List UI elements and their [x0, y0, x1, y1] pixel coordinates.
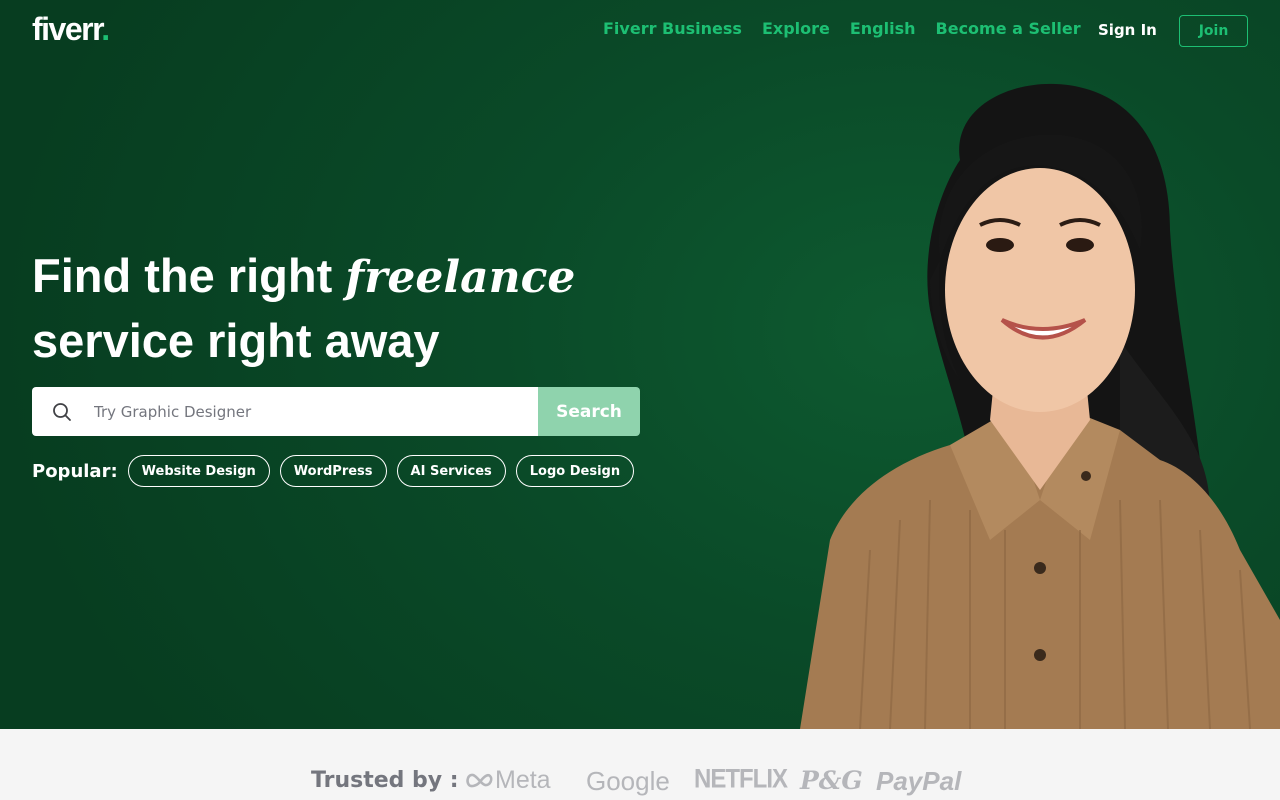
popular-chip-logo-design[interactable]: Logo Design	[515, 455, 635, 487]
meta-infinity-icon	[466, 773, 493, 788]
search-bar: Search	[32, 387, 640, 436]
search-box	[32, 387, 538, 436]
brand-google: Google	[586, 766, 670, 796]
trusted-by-label: Trusted by :	[311, 768, 459, 793]
nav-links: Fiverr Business Explore English Become a…	[603, 19, 1081, 38]
search-input[interactable]	[94, 402, 514, 421]
popular-chip-wordpress[interactable]: WordPress	[279, 455, 387, 487]
hero-person-image	[800, 83, 1280, 729]
brand-pg: P&G	[800, 766, 863, 795]
headline-italic: freelance	[345, 252, 576, 303]
hero-section: fiverr. Fiverr Business Explore English …	[0, 0, 1280, 729]
logo-dot: .	[101, 11, 110, 47]
nav-fiverr-business[interactable]: Fiverr Business	[603, 19, 742, 38]
brand-meta: Meta	[495, 766, 551, 794]
popular-chip-website-design[interactable]: Website Design	[127, 455, 270, 487]
brand-paypal: PayPal	[876, 766, 962, 796]
search-button[interactable]: Search	[538, 387, 640, 436]
popular-searches: Popular: Website Design WordPress AI Ser…	[32, 455, 635, 487]
headline-part2: service right away	[32, 314, 440, 367]
popular-chip-ai-services[interactable]: AI Services	[396, 455, 506, 487]
logo-text: fiverr	[32, 11, 103, 47]
brand-meta-logo: Meta	[465, 766, 551, 795]
sign-in-link[interactable]: Sign In	[1098, 21, 1157, 39]
hero-headline: Find the right freelance service right a…	[32, 244, 575, 372]
top-navigation: fiverr. Fiverr Business Explore English …	[0, 0, 1280, 60]
join-button[interactable]: Join	[1179, 15, 1248, 47]
nav-become-seller[interactable]: Become a Seller	[936, 19, 1081, 38]
nav-language[interactable]: English	[850, 19, 916, 38]
nav-explore[interactable]: Explore	[762, 19, 830, 38]
search-icon	[53, 402, 71, 421]
fiverr-logo[interactable]: fiverr.	[32, 11, 110, 48]
headline-part1: Find the right	[32, 249, 346, 302]
popular-label: Popular:	[32, 460, 118, 482]
brand-netflix: NETFLIX	[694, 764, 788, 795]
